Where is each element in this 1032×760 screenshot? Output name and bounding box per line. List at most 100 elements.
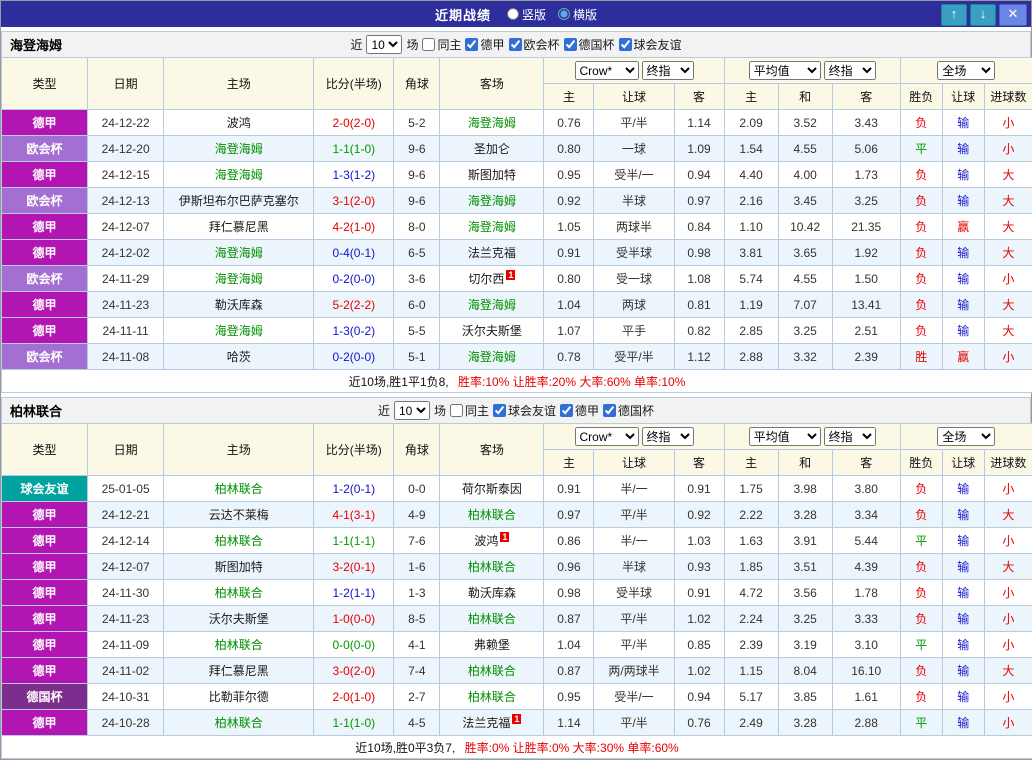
league-filter[interactable]: 德国杯 xyxy=(603,402,654,419)
match-score[interactable]: 0-4(0-1) xyxy=(314,240,394,266)
league-checkbox[interactable] xyxy=(603,404,616,417)
match-score[interactable]: 4-2(1-0) xyxy=(314,214,394,240)
home-team[interactable]: 沃尔夫斯堡 xyxy=(164,606,314,632)
summary-row: 近10场,胜0平3负7, 胜率:0% 让胜率:0% 大率:30% 单率:60% xyxy=(2,736,1032,759)
close-button[interactable]: ✕ xyxy=(999,4,1027,26)
match-score[interactable]: 3-0(2-0) xyxy=(314,658,394,684)
euro-draw-odds: 3.98 xyxy=(778,476,832,502)
league-checkbox[interactable] xyxy=(560,404,573,417)
away-team[interactable]: 沃尔夫斯堡 xyxy=(440,318,544,344)
away-team[interactable]: 法兰克福 xyxy=(440,240,544,266)
away-team[interactable]: 海登海姆 xyxy=(440,214,544,240)
league-checkbox[interactable] xyxy=(493,404,506,417)
home-team[interactable]: 海登海姆 xyxy=(164,240,314,266)
league-checkbox[interactable] xyxy=(619,38,632,51)
home-team[interactable]: 哈茨 xyxy=(164,344,314,370)
away-team[interactable]: 海登海姆 xyxy=(440,188,544,214)
home-team[interactable]: 柏林联合 xyxy=(164,632,314,658)
match-score[interactable]: 3-1(2-0) xyxy=(314,188,394,214)
home-team[interactable]: 海登海姆 xyxy=(164,266,314,292)
league-filter[interactable]: 德国杯 xyxy=(564,36,615,53)
home-team[interactable]: 伊斯坦布尔巴萨克塞尔 xyxy=(164,188,314,214)
fulltime-select[interactable]: 全场 xyxy=(937,61,995,80)
away-team[interactable]: 柏林联合 xyxy=(440,554,544,580)
league-checkbox[interactable] xyxy=(465,38,478,51)
home-team[interactable]: 拜仁慕尼黑 xyxy=(164,214,314,240)
asian-home-odds: 0.96 xyxy=(544,554,594,580)
match-score[interactable]: 1-1(1-1) xyxy=(314,528,394,554)
asian-final-select[interactable]: 终指 xyxy=(642,61,694,80)
away-team[interactable]: 勒沃库森 xyxy=(440,580,544,606)
league-filter[interactable]: 球会友谊 xyxy=(619,36,682,53)
match-score[interactable]: 0-2(0-0) xyxy=(314,344,394,370)
away-team[interactable]: 柏林联合 xyxy=(440,684,544,710)
bookmaker-select[interactable]: Crow* xyxy=(575,61,639,80)
home-team[interactable]: 海登海姆 xyxy=(164,318,314,344)
away-team[interactable]: 柏林联合 xyxy=(440,606,544,632)
match-score[interactable]: 2-0(2-0) xyxy=(314,110,394,136)
home-team[interactable]: 比勒菲尔德 xyxy=(164,684,314,710)
league-filter[interactable]: 德甲 xyxy=(560,402,599,419)
match-score[interactable]: 1-0(0-0) xyxy=(314,606,394,632)
match-score[interactable]: 1-2(1-1) xyxy=(314,580,394,606)
home-team[interactable]: 海登海姆 xyxy=(164,136,314,162)
away-team[interactable]: 荷尔斯泰因 xyxy=(440,476,544,502)
league-checkbox[interactable] xyxy=(564,38,577,51)
away-team[interactable]: 斯图加特 xyxy=(440,162,544,188)
move-up-button[interactable]: ↑ xyxy=(941,4,967,26)
home-team[interactable]: 柏林联合 xyxy=(164,528,314,554)
same-home-filter[interactable]: 同主 xyxy=(422,36,461,53)
euro-draw-odds: 3.52 xyxy=(778,110,832,136)
match-score[interactable]: 5-2(2-2) xyxy=(314,292,394,318)
team-name: 海登海姆 xyxy=(10,35,62,54)
match-score[interactable]: 2-0(1-0) xyxy=(314,684,394,710)
same-home-filter[interactable]: 同主 xyxy=(450,402,489,419)
bookmaker-select[interactable]: Crow* xyxy=(575,427,639,446)
home-team[interactable]: 海登海姆 xyxy=(164,162,314,188)
home-team[interactable]: 斯图加特 xyxy=(164,554,314,580)
rounds-select[interactable]: 10 xyxy=(394,401,430,420)
average-select[interactable]: 平均值 xyxy=(749,61,821,80)
euro-final-select[interactable]: 终指 xyxy=(824,427,876,446)
home-team[interactable]: 柏林联合 xyxy=(164,580,314,606)
league-filter[interactable]: 球会友谊 xyxy=(493,402,556,419)
home-team[interactable]: 波鸿 xyxy=(164,110,314,136)
result-goals: 小 xyxy=(984,266,1032,292)
league-filter[interactable]: 德甲 xyxy=(465,36,504,53)
home-team[interactable]: 云达不莱梅 xyxy=(164,502,314,528)
move-down-button[interactable]: ↓ xyxy=(970,4,996,26)
home-team[interactable]: 拜仁慕尼黑 xyxy=(164,658,314,684)
home-team[interactable]: 柏林联合 xyxy=(164,476,314,502)
away-team[interactable]: 柏林联合 xyxy=(440,502,544,528)
asian-final-select[interactable]: 终指 xyxy=(642,427,694,446)
match-score[interactable]: 1-2(0-1) xyxy=(314,476,394,502)
away-team[interactable]: 切尔西1 xyxy=(440,266,544,292)
match-score[interactable]: 0-2(0-0) xyxy=(314,266,394,292)
match-score[interactable]: 4-1(3-1) xyxy=(314,502,394,528)
away-team[interactable]: 海登海姆 xyxy=(440,110,544,136)
away-team[interactable]: 柏林联合 xyxy=(440,658,544,684)
fulltime-select[interactable]: 全场 xyxy=(937,427,995,446)
away-team[interactable]: 圣加仑 xyxy=(440,136,544,162)
layout-vertical-option[interactable]: 竖版 xyxy=(507,6,546,23)
match-score[interactable]: 0-0(0-0) xyxy=(314,632,394,658)
layout-horizontal-option[interactable]: 横版 xyxy=(558,6,597,23)
same-home-checkbox[interactable] xyxy=(450,404,463,417)
league-filter[interactable]: 欧会杯 xyxy=(509,36,560,53)
league-checkbox[interactable] xyxy=(509,38,522,51)
home-team[interactable]: 勒沃库森 xyxy=(164,292,314,318)
average-select[interactable]: 平均值 xyxy=(749,427,821,446)
horizontal-radio[interactable] xyxy=(558,8,570,20)
match-score[interactable]: 3-2(0-1) xyxy=(314,554,394,580)
euro-final-select[interactable]: 终指 xyxy=(824,61,876,80)
match-score[interactable]: 1-3(1-2) xyxy=(314,162,394,188)
same-home-checkbox[interactable] xyxy=(422,38,435,51)
match-score[interactable]: 1-3(0-2) xyxy=(314,318,394,344)
away-team[interactable]: 海登海姆 xyxy=(440,292,544,318)
away-team[interactable]: 波鸿1 xyxy=(440,528,544,554)
vertical-radio[interactable] xyxy=(507,8,519,20)
away-team[interactable]: 弗赖堡 xyxy=(440,632,544,658)
match-score[interactable]: 1-1(1-0) xyxy=(314,136,394,162)
away-team[interactable]: 海登海姆 xyxy=(440,344,544,370)
rounds-select[interactable]: 10 xyxy=(366,35,402,54)
